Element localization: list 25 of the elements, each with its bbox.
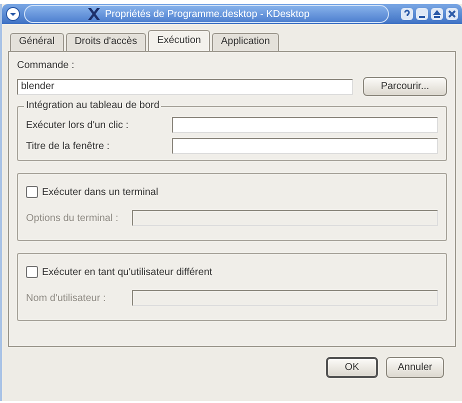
input-field[interactable]	[172, 117, 438, 133]
close-icon[interactable]	[446, 8, 458, 20]
checkbox-label: Exécuter en tant qu'utilisateur différent	[42, 266, 212, 278]
minimize-icon[interactable]	[416, 8, 428, 20]
field-label: Nom d'utilisateur :	[26, 292, 107, 304]
cancel-button[interactable]: Annuler	[386, 357, 444, 378]
command-field[interactable]: blender	[17, 78, 353, 94]
checkbox-label: Exécuter dans un terminal	[42, 186, 158, 198]
group-title: Intégration au tableau de bord	[24, 100, 162, 111]
window-title: Propriétés de Programme.desktop - KDesktop	[105, 8, 310, 20]
input-field[interactable]	[172, 138, 438, 154]
help-icon[interactable]	[401, 8, 413, 20]
tab[interactable]: Droits d'accès	[66, 33, 146, 51]
ok-button[interactable]: OK	[326, 357, 378, 378]
command-label: Commande :	[17, 60, 76, 71]
x-logo-icon	[87, 8, 101, 20]
tab[interactable]: Exécution	[148, 30, 210, 51]
maximize-icon[interactable]	[431, 8, 443, 20]
browse-button[interactable]: Parcourir...	[363, 77, 447, 96]
field-label: Options du terminal :	[26, 212, 120, 224]
tab[interactable]: Général	[10, 33, 64, 51]
tab[interactable]: Application	[212, 33, 279, 51]
field-label: Exécuter lors d'un clic :	[26, 120, 130, 130]
window-menu-icon[interactable]	[6, 7, 20, 21]
field-label: Titre de la fenêtre :	[26, 140, 111, 152]
